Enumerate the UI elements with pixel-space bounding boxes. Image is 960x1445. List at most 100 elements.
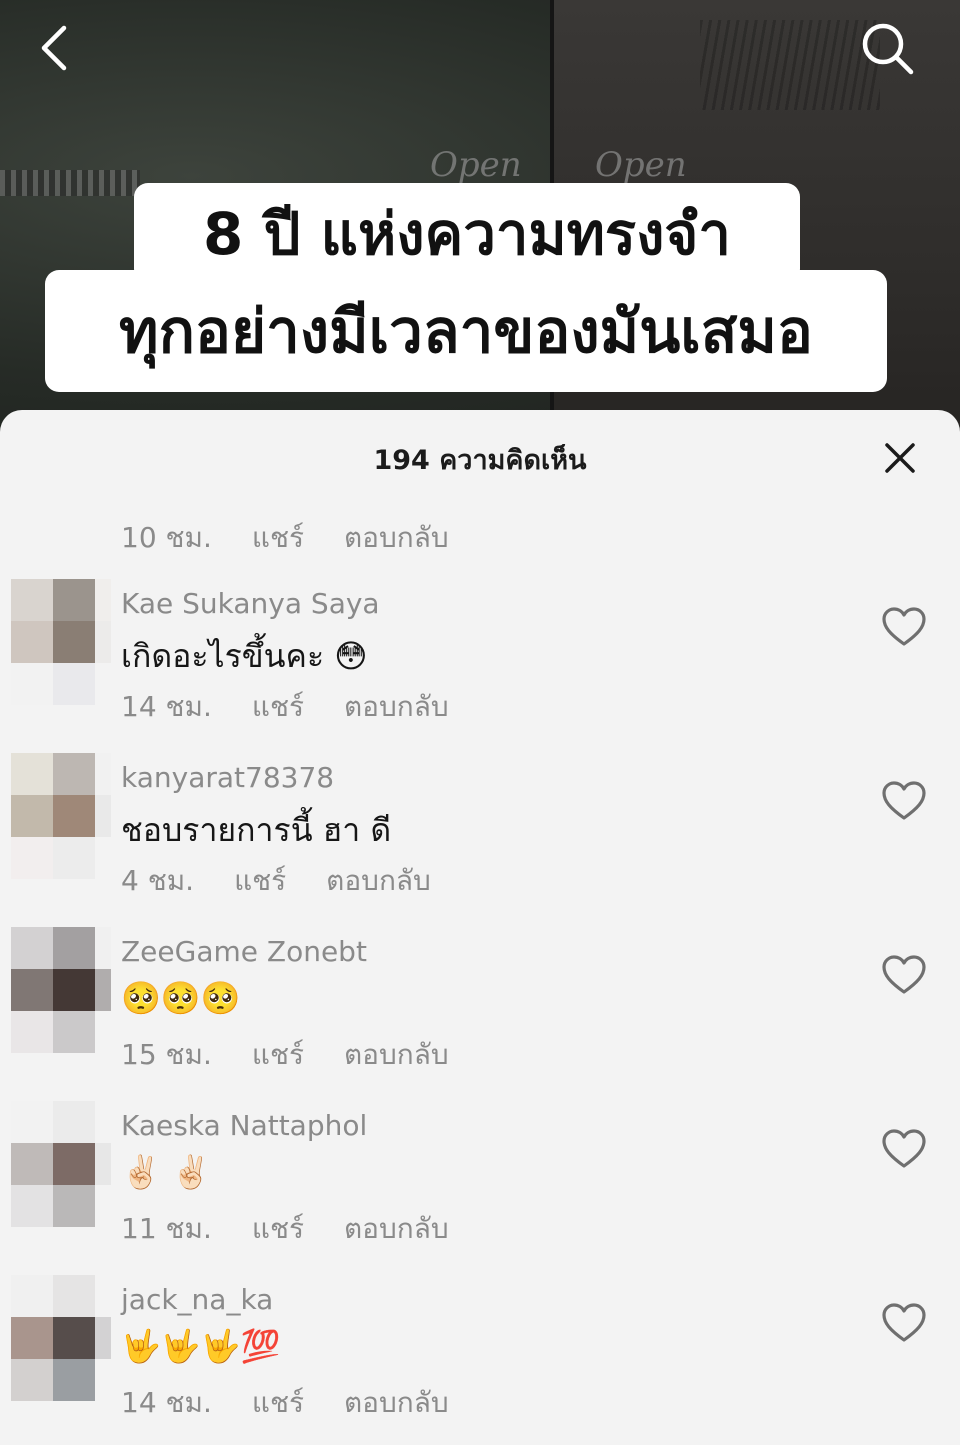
avatar-pixel [11, 579, 53, 621]
close-comments-button[interactable] [872, 430, 928, 486]
avatar-pixel [53, 753, 95, 795]
comments-header: 194 ความคิดเห็น [0, 410, 960, 504]
comment-item: Kae Sukanya Saya เกิดอะไรขึ้นคะ 😳 14 ชม.… [0, 579, 960, 749]
avatar-pixel [11, 1317, 53, 1359]
avatar-pixel [11, 1359, 53, 1401]
comment-time: 4 ชม. [121, 864, 195, 897]
video-background: Open Open 8 ปี แห่งความทรงจำ ทุกอย่างมีเ… [0, 0, 960, 440]
avatar-pixel [11, 1143, 53, 1185]
avatar[interactable] [11, 1101, 111, 1227]
avatar-pixel [11, 837, 53, 879]
heart-outline-icon [882, 1129, 926, 1168]
comment-time: 14 ชม. [121, 1386, 212, 1419]
comment-text: เกิดอะไรขึ้นคะ 😳 [121, 637, 368, 675]
avatar-pixel [53, 1317, 95, 1359]
avatar-pixel [95, 795, 111, 837]
avatar-pixel [95, 579, 111, 621]
comment-username[interactable]: kanyarat78378 [121, 761, 334, 794]
avatar-pixel [95, 1317, 111, 1359]
comment-time: 11 ชม. [121, 1212, 212, 1245]
comment-username[interactable]: Kae Sukanya Saya [121, 587, 380, 620]
comment-meta: 4 ชม. แชร์ ตอบกลับ [121, 859, 431, 903]
comment-meta: 11 ชม. แชร์ ตอบกลับ [121, 1207, 449, 1251]
avatar-pixel [53, 1275, 95, 1317]
avatar-pixel [95, 663, 111, 705]
like-button[interactable] [878, 775, 930, 827]
video-stripe [0, 170, 140, 196]
avatar-pixel [11, 1275, 53, 1317]
avatar-pixel [95, 1143, 111, 1185]
search-button[interactable] [855, 16, 919, 80]
avatar-pixel [95, 837, 111, 879]
like-button[interactable] [878, 949, 930, 1001]
back-button[interactable] [22, 16, 86, 80]
heart-outline-icon [882, 781, 926, 820]
avatar[interactable] [11, 579, 111, 705]
comment-text: 🥺🥺🥺 [121, 979, 241, 1017]
heart-outline-icon [882, 955, 926, 994]
avatar-pixel [11, 1011, 53, 1053]
avatar[interactable] [11, 1275, 111, 1401]
like-button[interactable] [878, 1123, 930, 1175]
share-button[interactable]: แชร์ [252, 685, 304, 729]
share-button[interactable]: แชร์ [252, 1207, 304, 1251]
comment-item: kanyarat78378 ชอบรายการนี้ ฮา ดี 4 ชม. แ… [0, 753, 960, 923]
like-button[interactable] [878, 1297, 930, 1349]
comment-meta: 14 ชม. แชร์ ตอบกลับ [121, 1381, 449, 1425]
avatar[interactable] [11, 927, 111, 1053]
avatar-pixel [11, 795, 53, 837]
comments-sheet: 194 ความคิดเห็น 10 ชม. แชร์ ตอบกลับ Kae … [0, 410, 960, 1445]
avatar-pixel [95, 927, 111, 969]
reply-button[interactable]: ตอบกลับ [344, 1207, 449, 1251]
avatar-pixel [95, 1359, 111, 1401]
share-button[interactable]: แชร์ [234, 859, 286, 903]
share-button[interactable]: แชร์ [252, 1381, 304, 1425]
avatar-pixel [95, 1275, 111, 1317]
comment-meta: 15 ชม. แชร์ ตอบกลับ [121, 1033, 449, 1077]
comment-time: 10 ชม. [121, 521, 212, 554]
avatar-pixel [11, 1185, 53, 1227]
reply-button[interactable]: ตอบกลับ [344, 685, 449, 729]
comment-username[interactable]: jack_na_ka [121, 1283, 273, 1316]
comment-username[interactable]: ZeeGame Zonebt [121, 935, 367, 968]
reply-button[interactable]: ตอบกลับ [344, 1381, 449, 1425]
share-button[interactable]: แชร์ [252, 1033, 304, 1077]
like-button[interactable] [878, 601, 930, 653]
avatar-pixel [53, 1359, 95, 1401]
comment-username[interactable]: Kaeska Nattaphol [121, 1109, 367, 1142]
reply-button[interactable]: ตอบกลับ [344, 516, 449, 560]
reply-button[interactable]: ตอบกลับ [326, 859, 431, 903]
avatar-pixel [53, 927, 95, 969]
chevron-left-icon [41, 25, 67, 71]
partial-comment-meta: 10 ชม. แชร์ ตอบกลับ [121, 516, 449, 560]
share-button[interactable]: แชร์ [252, 516, 304, 560]
avatar-pixel [95, 1185, 111, 1227]
avatar-pixel [11, 753, 53, 795]
avatar[interactable] [11, 753, 111, 879]
comment-text: ✌🏻 ✌🏻 [121, 1153, 211, 1191]
comment-item: ZeeGame Zonebt 🥺🥺🥺 15 ชม. แชร์ ตอบกลับ [0, 927, 960, 1097]
search-icon [862, 23, 914, 75]
avatar-pixel [95, 1011, 111, 1053]
heart-outline-icon [882, 1303, 926, 1342]
video-caption-line2: ทุกอย่างมีเวลาของมันเสมอ [45, 270, 887, 392]
video-cursive-text-left: Open [430, 145, 522, 185]
avatar-pixel [53, 795, 95, 837]
comment-meta: 14 ชม. แชร์ ตอบกลับ [121, 685, 449, 729]
avatar-pixel [53, 579, 95, 621]
avatar-pixel [95, 621, 111, 663]
reply-button[interactable]: ตอบกลับ [344, 1033, 449, 1077]
avatar-pixel [11, 969, 53, 1011]
heart-outline-icon [882, 607, 926, 646]
video-caption-line1: 8 ปี แห่งความทรงจำ [134, 183, 800, 283]
avatar-pixel [53, 663, 95, 705]
comment-item: Kaeska Nattaphol ✌🏻 ✌🏻 11 ชม. แชร์ ตอบกล… [0, 1101, 960, 1271]
avatar-pixel [53, 1143, 95, 1185]
avatar-pixel [11, 927, 53, 969]
avatar-pixel [11, 621, 53, 663]
avatar-pixel [53, 1101, 95, 1143]
avatar-pixel [53, 1185, 95, 1227]
avatar-pixel [53, 621, 95, 663]
avatar-pixel [53, 837, 95, 879]
video-texture [700, 20, 880, 110]
